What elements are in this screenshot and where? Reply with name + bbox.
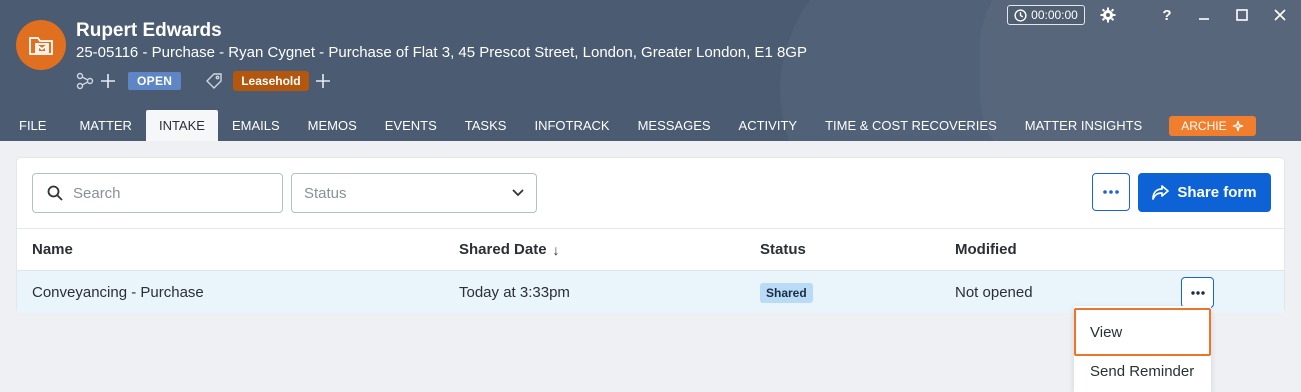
column-status[interactable]: Status (760, 241, 806, 258)
column-shared-date[interactable]: Shared Date ↓ (459, 241, 560, 258)
row-actions-button[interactable] (1181, 277, 1214, 308)
add-link-icon[interactable] (100, 73, 116, 89)
search-box (32, 173, 283, 213)
tab-archie: ARCHIE (1156, 110, 1268, 141)
tab-emails[interactable]: EMAILS (218, 110, 294, 141)
tab-matter[interactable]: MATTER (65, 110, 145, 141)
more-options-button[interactable] (1092, 173, 1130, 211)
tab-file[interactable]: FILE (0, 110, 65, 141)
client-name: Rupert Edwards (76, 20, 222, 41)
tab-activity[interactable]: ACTIVITY (725, 110, 812, 141)
shared-badge: Shared (760, 282, 813, 303)
cell-status: Shared (760, 271, 813, 314)
matter-header: Rupert Edwards 25-05116 - Purchase - Rya… (0, 0, 1301, 141)
cell-shared-date: Today at 3:33pm (459, 284, 570, 301)
share-icon (1152, 185, 1170, 200)
help-icon[interactable]: ? (1156, 5, 1178, 25)
share-form-button[interactable]: Share form (1138, 173, 1271, 212)
add-tag-icon[interactable] (315, 73, 331, 89)
tab-intake[interactable]: INTAKE (145, 110, 218, 141)
tab-tasks[interactable]: TASKS (451, 110, 521, 141)
close-icon[interactable] (1269, 5, 1291, 25)
status-select[interactable]: Status (291, 173, 537, 213)
maximize-icon[interactable] (1231, 5, 1253, 25)
share-form-label: Share form (1177, 184, 1257, 201)
timer-value: 00:00:00 (1031, 8, 1078, 22)
status-select-placeholder: Status (304, 184, 347, 202)
ellipsis-icon (1190, 290, 1205, 295)
tab-time-cost-recoveries[interactable]: TIME & COST RECOVERIES (811, 110, 1011, 141)
tab-memos[interactable]: MEMOS (294, 110, 371, 141)
matter-meta-row: OPEN Leasehold (76, 70, 331, 92)
column-name[interactable]: Name (32, 241, 73, 258)
status-badge: OPEN (128, 72, 182, 90)
clock-icon (1014, 8, 1027, 22)
search-input[interactable] (73, 184, 253, 202)
chevron-down-icon (512, 189, 524, 197)
matter-tabs: FILE MATTER INTAKE EMAILS MEMOS EVENTS T… (0, 110, 1269, 141)
search-icon (47, 185, 63, 201)
ellipsis-icon (1103, 190, 1119, 194)
tab-messages[interactable]: MESSAGES (624, 110, 725, 141)
row-actions-menu: View Send Reminder (1074, 306, 1211, 392)
menu-item-view[interactable]: View (1074, 308, 1211, 356)
matter-description: 25-05116 - Purchase - Ryan Cygnet - Purc… (76, 44, 807, 61)
sort-arrow-icon: ↓ (552, 241, 560, 258)
tab-infotrack[interactable]: INFOTRACK (520, 110, 623, 141)
matter-folder-icon (16, 20, 66, 70)
tag-icon[interactable] (205, 72, 223, 90)
cell-name: Conveyancing - Purchase (32, 284, 204, 301)
minimize-icon[interactable] (1193, 5, 1215, 25)
archie-label: ARCHIE (1181, 118, 1227, 133)
tab-matter-insights[interactable]: MATTER INSIGHTS (1011, 110, 1156, 141)
sparkle-icon (1232, 120, 1243, 131)
archie-button[interactable]: ARCHIE (1169, 115, 1256, 136)
column-modified[interactable]: Modified (955, 241, 1017, 258)
cell-modified: Not opened (955, 284, 1033, 301)
tag-badge: Leasehold (233, 71, 309, 91)
split-link-icon[interactable] (76, 72, 94, 90)
timer-button[interactable]: 00:00:00 (1007, 5, 1085, 25)
menu-item-send-reminder[interactable]: Send Reminder (1074, 356, 1211, 386)
gear-icon[interactable] (1097, 5, 1119, 25)
intake-card: Status Share form Name Shared Date ↓ Sta… (16, 157, 1285, 313)
table-header: Name Shared Date ↓ Status Modified (17, 228, 1284, 270)
tab-events[interactable]: EVENTS (371, 110, 451, 141)
